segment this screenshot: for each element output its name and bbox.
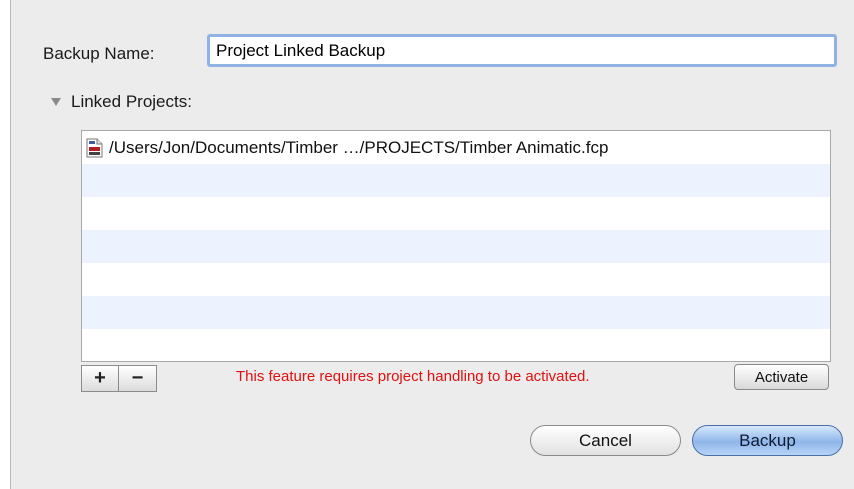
project-path: /Users/Jon/Documents/Timber …/PROJECTS/T…: [109, 137, 609, 157]
backup-button[interactable]: Backup: [692, 425, 843, 456]
linked-projects-label: Linked Projects:: [71, 92, 192, 111]
remove-project-button[interactable]: −: [119, 365, 157, 392]
list-item[interactable]: [82, 197, 830, 230]
fcp-document-icon: [86, 138, 103, 157]
backup-dialog: Backup Name: Linked Projects: /Users/Jon…: [10, 0, 854, 489]
activation-warning: This feature requires project handling t…: [236, 368, 590, 385]
linked-projects-list[interactable]: /Users/Jon/Documents/Timber …/PROJECTS/T…: [81, 130, 831, 362]
backup-name-input[interactable]: [207, 34, 837, 67]
list-item[interactable]: [82, 230, 830, 263]
list-item[interactable]: [82, 164, 830, 197]
backup-name-label: Backup Name:: [43, 44, 155, 63]
disclosure-triangle-icon[interactable]: [51, 98, 61, 106]
add-project-button[interactable]: +: [81, 365, 119, 392]
list-item[interactable]: [82, 329, 830, 361]
activate-button[interactable]: Activate: [734, 364, 829, 390]
list-item[interactable]: [82, 263, 830, 296]
list-item[interactable]: [82, 296, 830, 329]
add-remove-group: + −: [81, 365, 157, 392]
list-item[interactable]: /Users/Jon/Documents/Timber …/PROJECTS/T…: [82, 131, 830, 164]
cancel-button[interactable]: Cancel: [530, 425, 681, 456]
